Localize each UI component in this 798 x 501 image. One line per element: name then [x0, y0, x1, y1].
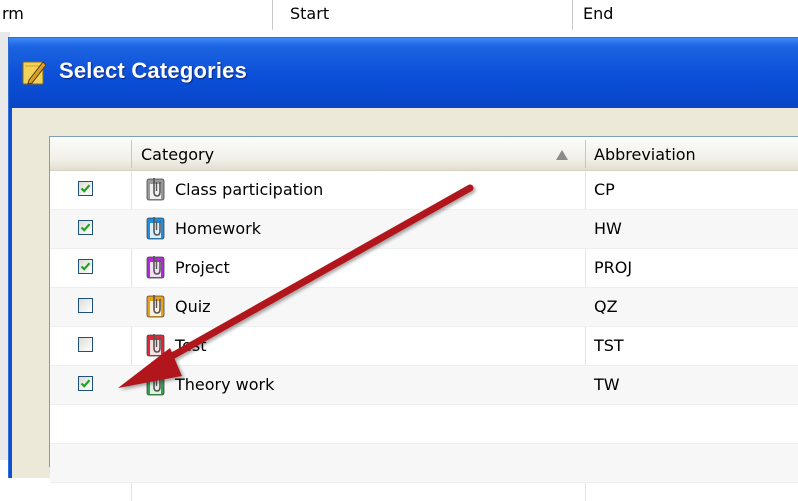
bg-column-separator — [272, 0, 273, 30]
bg-column-end[interactable]: End — [583, 0, 613, 28]
dialog-titlebar[interactable]: Select Categories — [9, 38, 798, 108]
category-name: Homework — [175, 219, 261, 238]
empty-row — [50, 405, 798, 444]
table-row[interactable]: Quiz QZ — [50, 288, 798, 327]
category-name: Quiz — [175, 297, 211, 316]
table-row[interactable]: Class participation CP — [50, 171, 798, 210]
category-abbreviation: QZ — [594, 297, 618, 316]
paperclip-folder-icon — [146, 334, 165, 357]
column-header-category[interactable]: Category — [141, 137, 214, 170]
checkmark-icon — [80, 223, 91, 232]
category-name: Test — [175, 336, 207, 355]
category-name: Project — [175, 258, 230, 277]
paperclip-folder-icon — [146, 373, 165, 396]
row-checkbox[interactable] — [78, 298, 93, 313]
paperclip-folder-icon — [146, 256, 165, 279]
bg-column-separator — [572, 0, 573, 30]
category-name: Class participation — [175, 180, 324, 199]
column-header-abbreviation[interactable]: Abbreviation — [594, 137, 696, 170]
checkmark-icon — [80, 379, 91, 388]
column-separator — [585, 140, 586, 168]
category-abbreviation: PROJ — [594, 258, 633, 277]
table-row[interactable]: Project PROJ — [50, 249, 798, 288]
background-list-header: rm Start End — [0, 0, 798, 32]
dialog-title: Select Categories — [59, 58, 248, 83]
row-checkbox[interactable] — [78, 220, 93, 235]
categories-grid: Category Abbreviation Class participatio… — [49, 136, 798, 501]
row-checkbox[interactable] — [78, 337, 93, 352]
column-separator — [131, 140, 132, 168]
notepad-pencil-icon — [22, 61, 47, 85]
paperclip-folder-icon — [146, 295, 165, 318]
row-checkbox[interactable] — [78, 376, 93, 391]
category-abbreviation: CP — [594, 180, 615, 199]
category-abbreviation: TST — [594, 336, 624, 355]
empty-row — [50, 444, 798, 483]
checkmark-icon — [80, 262, 91, 271]
checkmark-icon — [80, 184, 91, 193]
row-checkbox[interactable] — [78, 259, 93, 274]
paperclip-folder-icon — [146, 217, 165, 240]
bg-column-term[interactable]: rm — [2, 0, 24, 28]
grid-rows: Class participation CP Homework HW Proje… — [50, 171, 798, 501]
category-abbreviation: TW — [594, 375, 620, 394]
sort-ascending-icon — [556, 150, 568, 160]
table-row[interactable]: Homework HW — [50, 210, 798, 249]
row-checkbox[interactable] — [78, 181, 93, 196]
grid-header: Category Abbreviation — [50, 137, 798, 171]
category-name: Theory work — [175, 375, 275, 394]
table-row[interactable]: Test TST — [50, 327, 798, 366]
table-row[interactable]: Theory work TW — [50, 366, 798, 405]
category-abbreviation: HW — [594, 219, 622, 238]
column-header-select[interactable] — [50, 137, 131, 170]
bg-column-start[interactable]: Start — [290, 0, 329, 28]
paperclip-folder-icon — [146, 178, 165, 201]
